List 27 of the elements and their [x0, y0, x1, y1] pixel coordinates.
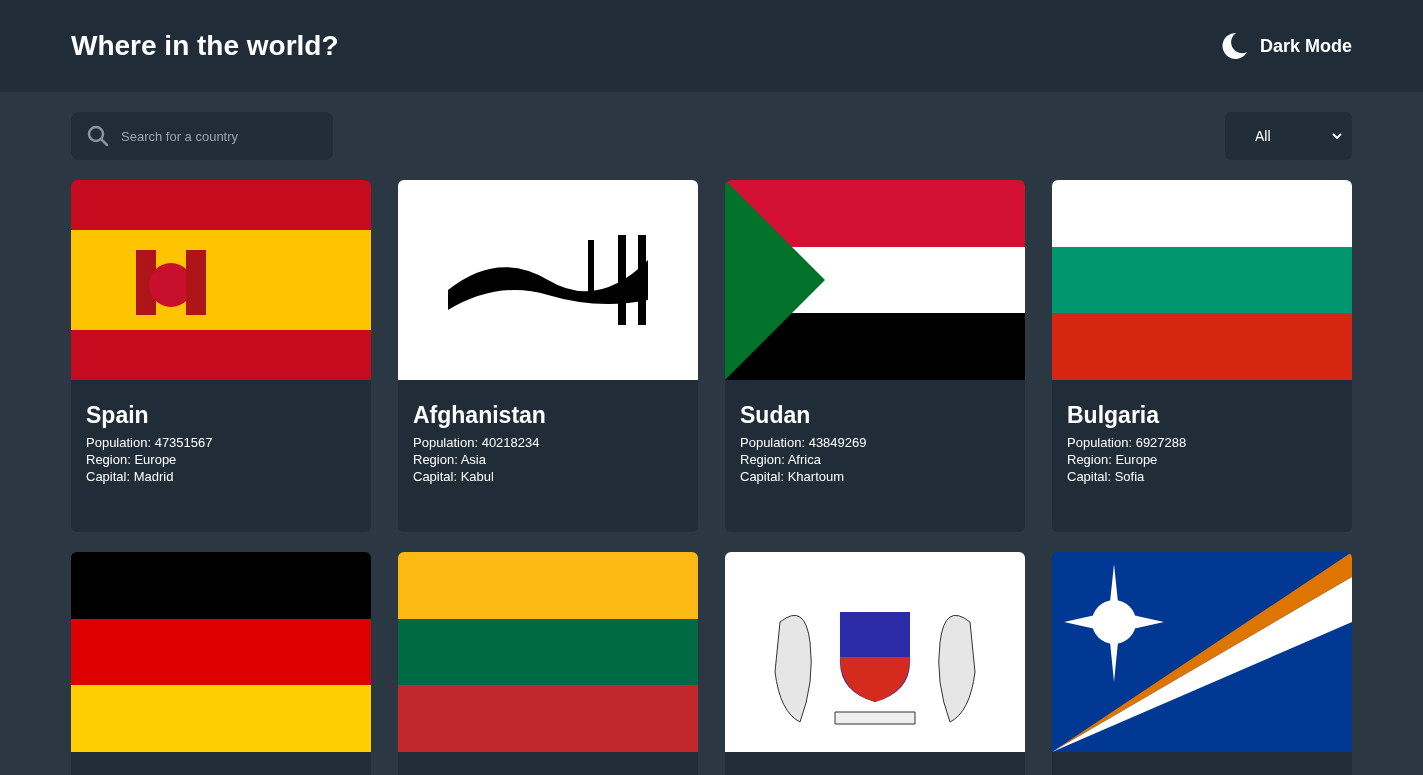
country-name: Spain	[86, 402, 150, 429]
search-field[interactable]: Search for a country	[71, 112, 333, 160]
population-text: Population: 6927288	[1067, 435, 1188, 450]
dark-mode-button[interactable]: Dark Mode	[1221, 32, 1352, 60]
country-card[interactable]: Bulgaria Population: 6927288 Region: Europe Capital: Sofia	[1052, 180, 1352, 532]
moon-icon	[1221, 32, 1248, 60]
country-card[interactable]: Sudan Population: 43849269 Region: Africa Capital: Khartoum	[725, 180, 1025, 532]
population-text: Population: 43849269	[740, 435, 868, 450]
population-text: Population: 47351567	[86, 435, 214, 450]
app-title: Where in the world?	[71, 30, 339, 62]
chevron-down-icon	[1332, 132, 1342, 140]
region-text: Region: Africa	[740, 452, 822, 467]
country-name: Sudan	[740, 402, 812, 429]
capital-text: Capital: Sofia	[1067, 469, 1146, 484]
population-text: Population: 40218234	[413, 435, 541, 450]
country-name: Bulgaria	[1067, 402, 1161, 429]
region-select[interactable]: All	[1225, 112, 1352, 160]
country-card[interactable]: Afghanistan Population: 40218234 Region: Asia Capital: Kabul	[398, 180, 698, 532]
country-name: Afghanistan	[413, 402, 547, 429]
country-card[interactable]: Spain Population: 47351567 Region: Europe Capital: Madrid	[71, 180, 371, 532]
region-text: Region: Europe	[86, 452, 178, 467]
capital-text: Capital: Madrid	[86, 469, 175, 484]
search-icon	[87, 125, 109, 147]
region-text: Region: Asia	[413, 452, 487, 467]
region-text: Region: Europe	[1067, 452, 1159, 467]
capital-text: Capital: Khartoum	[740, 469, 846, 484]
capital-text: Capital: Kabul	[413, 469, 495, 484]
